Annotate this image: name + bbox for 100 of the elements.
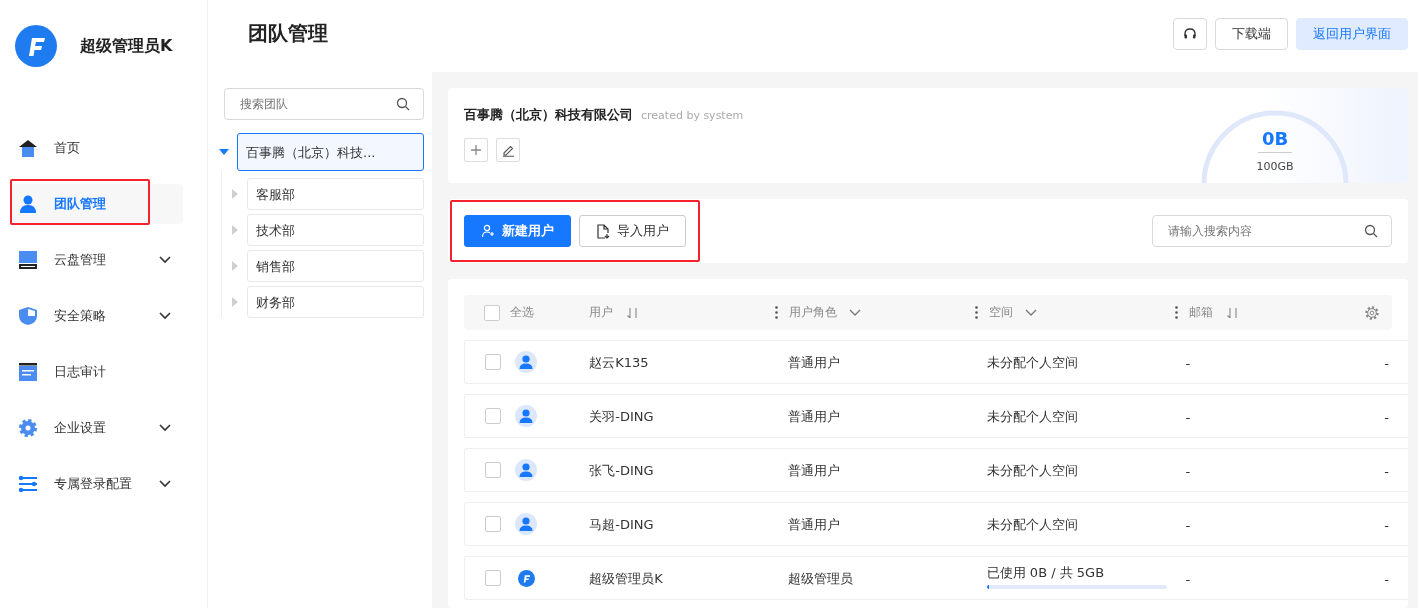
- column-header[interactable]: 用户: [589, 304, 613, 321]
- add-button[interactable]: [464, 138, 488, 162]
- column-header[interactable]: 空间: [989, 304, 1013, 321]
- avatar-icon: [514, 405, 537, 427]
- column-header[interactable]: 邮箱: [1189, 304, 1213, 321]
- app-logo-icon: [517, 569, 535, 587]
- checkbox[interactable]: [484, 462, 501, 478]
- table-cell: 超级管理员: [788, 571, 853, 586]
- team-creator: created by system: [641, 109, 744, 122]
- table-row[interactable]: 张飞-DING 普通用户 未分配个人空间 - -: [464, 448, 1408, 492]
- table-cell-text: 已使用 0B / 共 5GB: [986, 563, 1106, 582]
- nav-item[interactable]: 首页: [10, 128, 183, 168]
- nav-item[interactable]: 安全策略: [10, 296, 183, 336]
- edit-button[interactable]: [496, 138, 520, 162]
- tree-node[interactable]: 技术部: [247, 214, 424, 246]
- table-cell: -: [1185, 409, 1191, 425]
- sort-icon[interactable]: [627, 307, 639, 318]
- table-cell: -: [1185, 571, 1191, 587]
- caret-icon[interactable]: [219, 149, 229, 155]
- sliders-icon: [18, 474, 38, 494]
- chevron-down-icon[interactable]: [1025, 308, 1037, 317]
- page-title: 团队管理: [248, 19, 328, 47]
- import-users-button[interactable]: 导入用户: [579, 215, 686, 247]
- chevron-down-icon: [159, 424, 171, 432]
- support-button[interactable]: [1173, 18, 1207, 50]
- table-cell: 普通用户: [788, 355, 840, 370]
- gear-icon: [18, 418, 38, 438]
- table-cell: -: [1384, 355, 1389, 371]
- plus-icon: [470, 144, 482, 156]
- team-search-field[interactable]: 搜索团队: [224, 88, 424, 120]
- column-header[interactable]: 用户角色: [789, 304, 837, 321]
- chevron-down-icon: [159, 256, 171, 264]
- checkbox[interactable]: [484, 516, 501, 532]
- table-cell: -: [1384, 517, 1389, 533]
- document-icon: [18, 362, 38, 382]
- table-cell: 普通用户: [788, 463, 840, 478]
- house-icon: [18, 138, 38, 158]
- table-cell: 赵云K135: [589, 355, 649, 370]
- nav-item[interactable]: 专属登录配置: [10, 464, 183, 504]
- total-storage: 100GB: [1256, 160, 1294, 173]
- back-button[interactable]: 返回用户界面: [1296, 18, 1408, 50]
- table-cell: 普通用户: [788, 517, 840, 532]
- checkbox[interactable]: [484, 570, 501, 586]
- shield-icon: [18, 306, 38, 326]
- checkbox[interactable]: [484, 408, 501, 424]
- column-resize-icon[interactable]: [975, 306, 978, 319]
- add-user-icon: [481, 224, 495, 238]
- nav-item[interactable]: 云盘管理: [10, 240, 183, 280]
- table-cell: 马超-DING: [589, 517, 654, 532]
- used-storage: 0B: [1257, 128, 1293, 153]
- table-cell: 关羽-DING: [589, 409, 654, 424]
- tree-node[interactable]: 客服部: [247, 178, 424, 210]
- tree-node[interactable]: 财务部: [247, 286, 424, 318]
- checkbox[interactable]: [484, 354, 501, 370]
- select-all-label[interactable]: 全选: [510, 304, 534, 321]
- table-cell: 未分配个人空间: [986, 355, 1078, 370]
- chevron-down-icon[interactable]: [849, 308, 861, 317]
- user-name: 超级管理员K: [80, 35, 173, 57]
- table-row[interactable]: 超级管理员K 超级管理员 已使用 0B / 共 5GB - -: [464, 556, 1408, 600]
- table-row[interactable]: 马超-DING 普通用户 未分配个人空间 - -: [464, 502, 1408, 546]
- table-cell: -: [1185, 463, 1191, 479]
- column-resize-icon[interactable]: [775, 306, 778, 319]
- avatar-icon: [514, 351, 537, 373]
- table-cell: 超级管理员K: [589, 571, 663, 586]
- search-icon: [1364, 224, 1378, 238]
- file-import-icon: [596, 223, 610, 239]
- app-logo-icon: [15, 25, 57, 67]
- table-cell: -: [1185, 517, 1191, 533]
- table-cell: 张飞-DING: [589, 463, 654, 478]
- checkbox[interactable]: [484, 304, 500, 321]
- table-row[interactable]: 关羽-DING 普通用户 未分配个人空间 - -: [464, 394, 1408, 438]
- table-cell: -: [1185, 355, 1191, 371]
- avatar-icon: [514, 513, 537, 535]
- table-cell: 普通用户: [788, 409, 840, 424]
- user-search-field[interactable]: 请输入搜索内容: [1152, 215, 1392, 247]
- nav-item[interactable]: 企业设置: [10, 408, 183, 448]
- table-cell: -: [1384, 571, 1389, 587]
- table-cell: -: [1384, 463, 1389, 479]
- table-cell: 未分配个人空间: [986, 517, 1078, 532]
- nav-item[interactable]: 日志审计: [10, 352, 183, 392]
- chevron-down-icon: [159, 480, 171, 488]
- table-row[interactable]: 赵云K135 普通用户 未分配个人空间 - -: [464, 340, 1408, 384]
- cloud-disk-icon: [18, 250, 38, 270]
- search-icon: [396, 97, 410, 111]
- user-icon: [18, 194, 38, 214]
- chevron-down-icon: [159, 312, 171, 320]
- team-name: 百事腾（北京）科技有限公司: [464, 106, 633, 124]
- download-button[interactable]: 下载端: [1215, 18, 1288, 50]
- avatar-icon: [514, 459, 537, 481]
- headset-icon: [1183, 27, 1197, 41]
- table-cell: 未分配个人空间: [986, 463, 1078, 478]
- pencil-icon: [501, 143, 515, 157]
- table-cell: 未分配个人空间: [986, 409, 1078, 424]
- sort-icon[interactable]: [1227, 307, 1239, 318]
- settings-icon[interactable]: [1364, 304, 1380, 321]
- table-cell: -: [1384, 409, 1389, 425]
- new-user-button[interactable]: 新建用户: [464, 215, 571, 247]
- column-resize-icon[interactable]: [1175, 306, 1178, 319]
- tree-node[interactable]: 销售部: [247, 250, 424, 282]
- tree-node[interactable]: 百事腾（北京）科技...: [237, 133, 424, 171]
